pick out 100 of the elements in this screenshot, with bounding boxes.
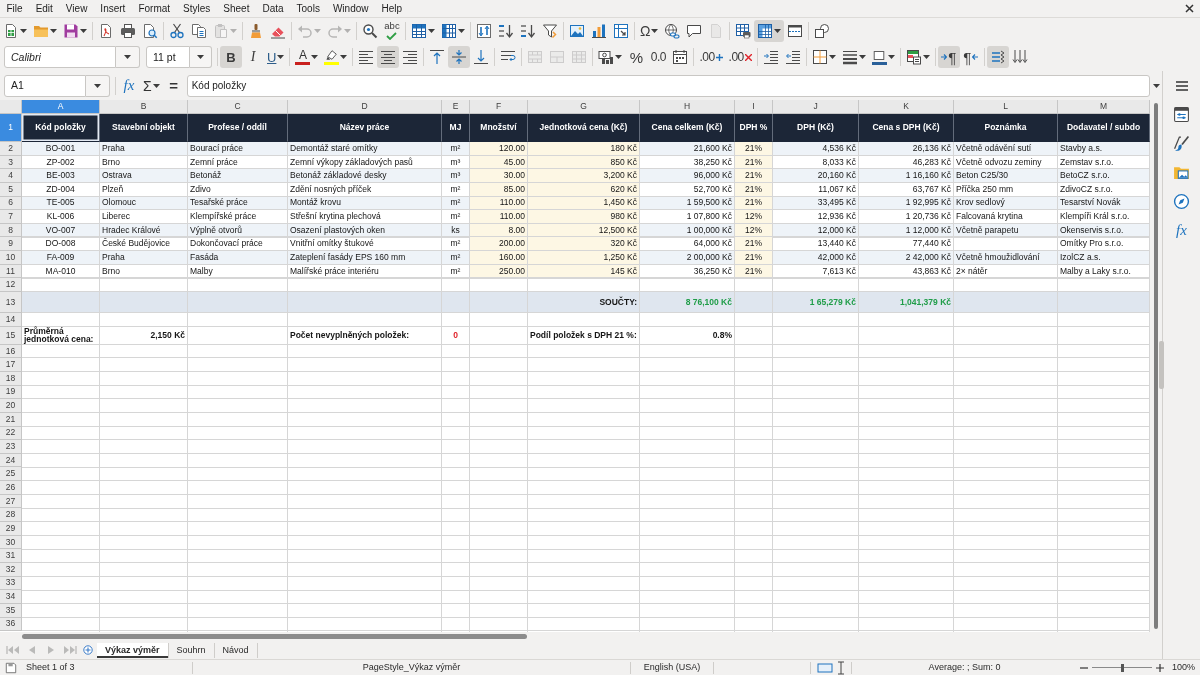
table-cell[interactable]: 30.00 (470, 169, 528, 183)
table-cell[interactable] (954, 292, 1058, 314)
close-document-button[interactable] (1183, 2, 1196, 15)
table-cell[interactable]: 63,767 Kč (859, 182, 954, 197)
table-cell[interactable]: 11,067 Kč (773, 182, 859, 197)
right-to-left-button[interactable]: ¶ (959, 46, 982, 68)
table-cell[interactable]: Střešní krytina plechová (288, 210, 442, 224)
column-header[interactable]: B (100, 100, 188, 114)
table-cell[interactable] (288, 292, 442, 314)
table-cell[interactable]: MA-010 (22, 264, 100, 279)
table-cell[interactable] (442, 292, 470, 314)
row-header[interactable]: 9 (0, 237, 22, 252)
special-character-button[interactable]: Ω (637, 19, 662, 42)
column-header[interactable]: F (470, 100, 528, 114)
menu-item[interactable]: Window (326, 0, 375, 17)
table-cell[interactable]: 180 Kč (528, 142, 640, 156)
table-cell[interactable]: 4,536 Kč (773, 142, 859, 156)
table-cell[interactable]: Počet nevyplněných položek: (288, 326, 442, 345)
table-cell[interactable]: 21% (735, 237, 773, 252)
font-name-field[interactable]: Calibri (4, 46, 116, 68)
bold-button[interactable]: B (220, 46, 242, 68)
sheet-tab[interactable]: Návod (214, 642, 258, 658)
table-cell[interactable]: Ostrava (100, 169, 188, 183)
table-cell[interactable]: m² (442, 251, 470, 265)
table-cell[interactable]: Stavby a.s. (1058, 142, 1150, 156)
table-cell[interactable] (1058, 292, 1150, 314)
column-header[interactable]: J (773, 100, 859, 114)
table-cell[interactable]: Liberec (100, 210, 188, 224)
page-style-text[interactable]: PageStyle_Výkaz výměr (362, 662, 461, 673)
header-cell[interactable]: MJ (442, 114, 470, 142)
selection-summary-text[interactable]: Average: ; Sum: 0 (928, 662, 1001, 673)
table-cell[interactable] (735, 292, 773, 314)
sheet-tab[interactable]: Souhrn (168, 642, 215, 658)
table-cell[interactable]: 2 00,000 Kč (640, 251, 735, 265)
table-cell[interactable]: 200.00 (470, 237, 528, 252)
table-cell[interactable]: 160.00 (470, 251, 528, 265)
table-cell[interactable]: KL-006 (22, 210, 100, 224)
row-header[interactable]: 7 (0, 210, 22, 224)
menu-item[interactable]: File (0, 0, 30, 17)
table-cell[interactable]: Plzeň (100, 182, 188, 197)
table-cell[interactable]: 110.00 (470, 210, 528, 224)
header-cell[interactable]: Stavební objekt (100, 114, 188, 142)
spelling-button[interactable]: abc (381, 19, 403, 42)
table-cell[interactable]: FA-009 (22, 251, 100, 265)
row-header[interactable]: 4 (0, 169, 22, 183)
header-cell[interactable]: Cena s DPH (Kč) (859, 114, 954, 142)
column-header[interactable]: I (735, 100, 773, 114)
delete-decimal-button[interactable]: .00 (725, 46, 755, 68)
functions-button[interactable]: fx (1166, 216, 1197, 245)
table-cell[interactable]: Praha (100, 142, 188, 156)
header-cell[interactable]: DPH (Kč) (773, 114, 859, 142)
table-cell[interactable]: 2,150 Kč (100, 326, 188, 345)
table-cell[interactable]: 1 16,160 Kč (859, 169, 954, 183)
header-cell[interactable]: Jednotková cena (Kč) (528, 114, 640, 142)
table-cell[interactable]: 26,136 Kč (859, 142, 954, 156)
font-color-button[interactable]: A (292, 46, 322, 68)
row-header[interactable]: 2 (0, 142, 22, 156)
table-cell[interactable]: SOUČTY: (528, 292, 640, 314)
table-cell[interactable]: 3,200 Kč (528, 169, 640, 183)
save-icon[interactable] (5, 661, 17, 674)
table-cell[interactable]: Včetně odávění sutí (954, 142, 1058, 156)
header-cell[interactable]: Cena celkem (Kč) (640, 114, 735, 142)
table-cell[interactable]: 20,160 Kč (773, 169, 859, 183)
table-cell[interactable]: Klempíři Král s.r.o. (1058, 210, 1150, 224)
zoom-level-text[interactable]: 100% (1172, 662, 1196, 673)
row-header[interactable]: 14 (0, 313, 22, 327)
table-cell[interactable]: Malířské práce interiéru (288, 264, 442, 279)
table-cell[interactable]: 120.00 (470, 142, 528, 156)
menu-item[interactable]: Sheet (216, 0, 256, 17)
row-header[interactable]: 25 (0, 467, 22, 482)
table-cell[interactable]: Falcovaná krytina (954, 210, 1058, 224)
table-cell[interactable]: ZD-004 (22, 182, 100, 197)
sum-button[interactable]: Σ (140, 74, 163, 97)
center-vertically-button[interactable] (448, 46, 471, 68)
header-cell[interactable]: Poznámka (954, 114, 1058, 142)
font-size-field[interactable]: 11 pt (146, 46, 190, 68)
table-cell[interactable]: IzolCZ a.s. (1058, 251, 1150, 265)
table-cell[interactable]: 21,600 Kč (640, 142, 735, 156)
row-header[interactable]: 10 (0, 251, 22, 265)
table-cell[interactable]: 42,000 Kč (773, 251, 859, 265)
column-header[interactable]: D (288, 100, 442, 114)
column-header[interactable]: H (640, 100, 735, 114)
column-header[interactable]: A (22, 100, 100, 114)
menu-item[interactable]: Help (375, 0, 409, 17)
row-header[interactable]: 28 (0, 508, 22, 522)
header-cell[interactable]: Dodavatel / subdo (1058, 114, 1150, 142)
row-header[interactable]: 12 (0, 278, 22, 293)
column-header[interactable]: E (442, 100, 470, 114)
language-text[interactable]: English (USA) (643, 662, 701, 673)
table-cell[interactable]: 12% (735, 210, 773, 224)
table-cell[interactable]: Podíl položek s DPH 21 %: (528, 326, 640, 345)
menu-item[interactable]: Data (255, 0, 291, 17)
header-cell[interactable]: Název práce (288, 114, 442, 142)
freeze-rows-columns-button[interactable] (754, 19, 785, 42)
table-cell[interactable]: 0 (442, 326, 470, 345)
table-cell[interactable]: Betonáž základové desky (288, 169, 442, 183)
table-cell[interactable]: 1 20,736 Kč (859, 210, 954, 224)
table-cell[interactable]: Malby (188, 264, 288, 279)
row-header[interactable]: 26 (0, 481, 22, 495)
scrollbar-thumb[interactable] (1154, 103, 1158, 629)
